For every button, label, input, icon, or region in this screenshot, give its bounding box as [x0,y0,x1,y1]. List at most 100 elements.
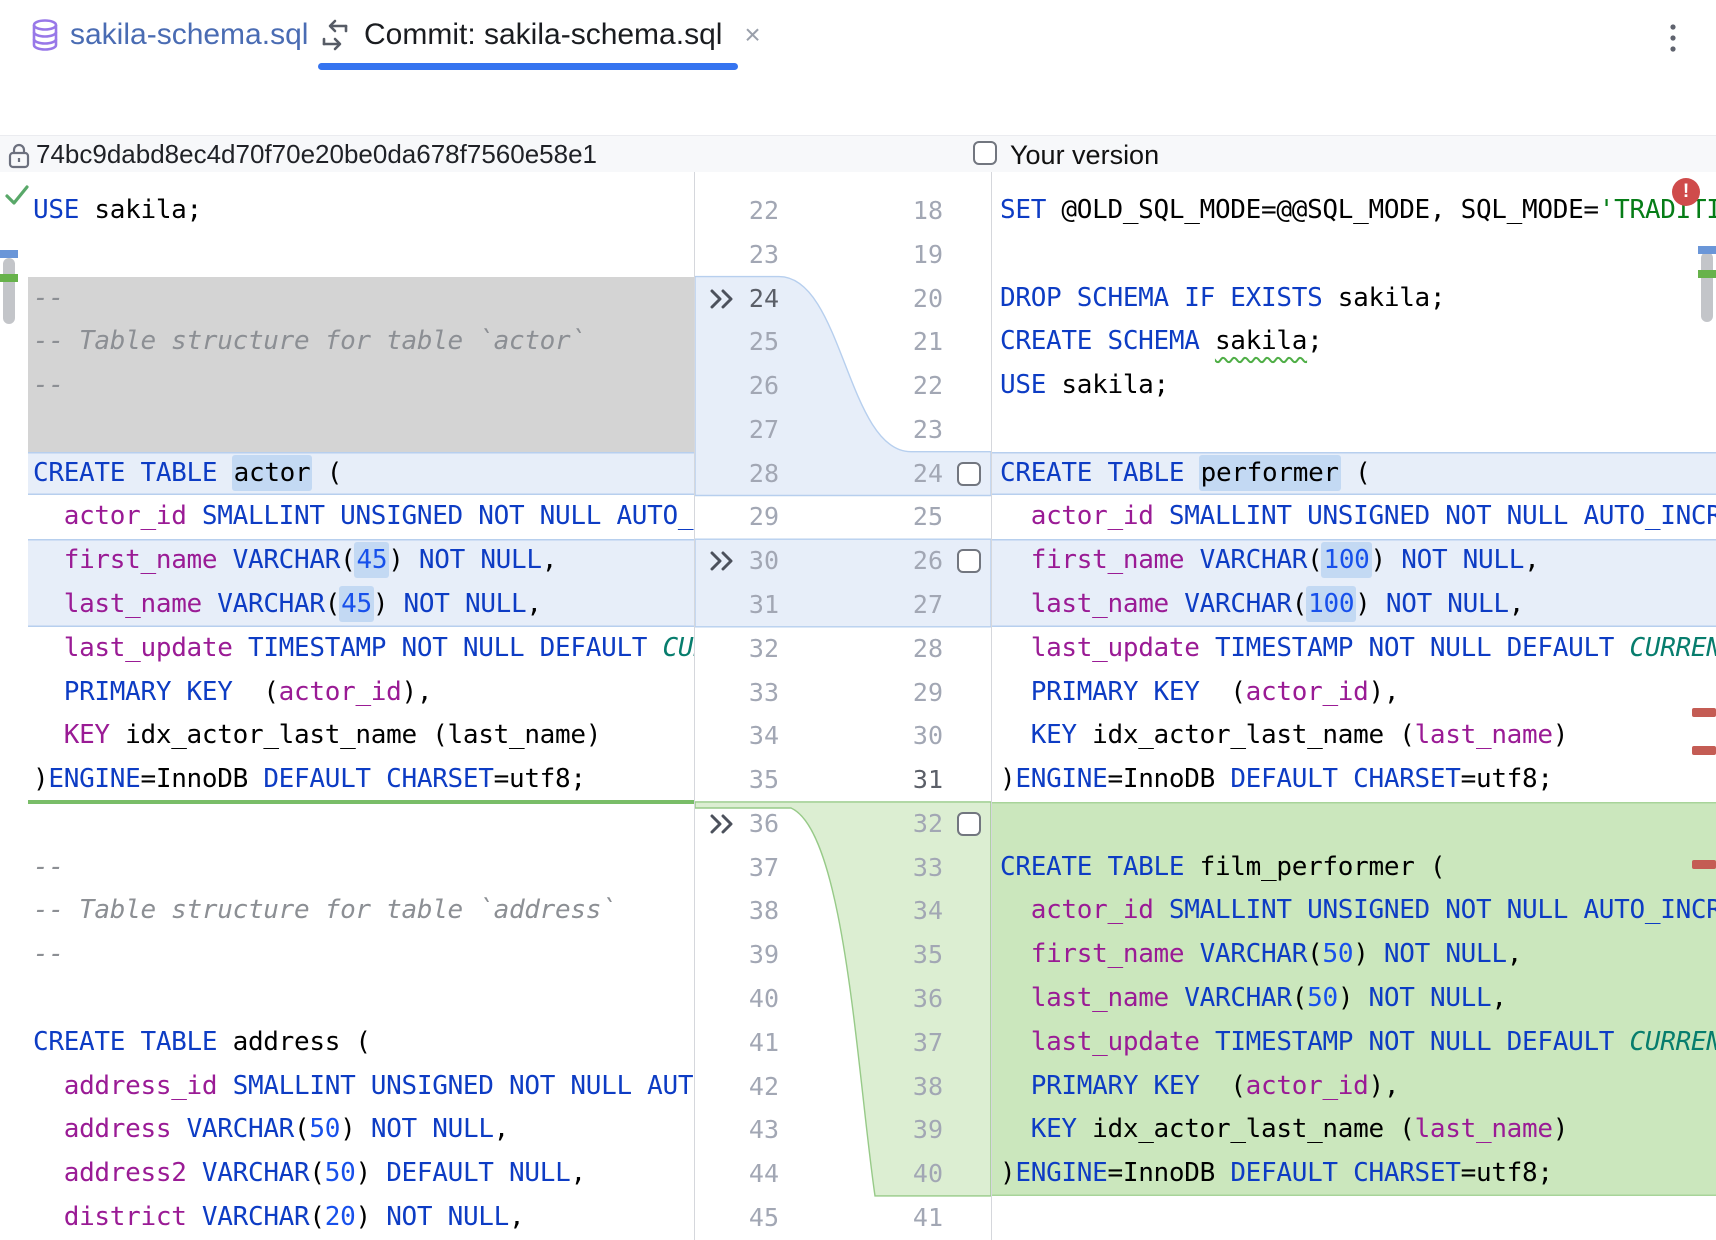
code-line-right[interactable]: last_update TIMESTAMP NOT NULL DEFAULT C… [992,1021,1716,1065]
code-line-left[interactable]: USE sakila; [0,189,694,233]
code-text: KEY idx_actor_last_name (last_name) [33,714,601,758]
code-line-right[interactable]: )ENGINE=InnoDB DEFAULT CHARSET=utf8; [992,1152,1716,1196]
code-line-right[interactable]: CREATE TABLE performer ( [992,452,1716,496]
line-number-left: 39 [695,933,779,977]
gutter-row: 3026 [695,539,991,583]
code-line-right[interactable]: PRIMARY KEY (actor_id), [992,671,1716,715]
diff-highlight [28,277,694,321]
code-line-right[interactable]: first_name VARCHAR(50) NOT NULL, [992,933,1716,977]
code-line-right[interactable]: last_name VARCHAR(50) NOT NULL, [992,977,1716,1021]
close-icon[interactable]: × [744,19,760,51]
line-number-right: 22 [791,364,943,408]
gutter-row: 3228 [695,627,991,671]
code-text: last_update TIMESTAMP NOT NULL DEFAULT C… [33,627,694,671]
code-line-right[interactable]: last_name VARCHAR(100) NOT NULL, [992,583,1716,627]
gutter-row: 4238 [695,1065,991,1109]
scrollmap-insert-mark[interactable] [0,274,18,282]
line-number-right: 28 [791,627,943,671]
diff-icon [318,18,352,52]
diff-gutter: 2218231924202521262227232824292530263127… [694,172,992,1240]
code-line-right[interactable]: CREATE TABLE film_performer ( [992,846,1716,890]
code-line-right[interactable]: CREATE SCHEMA sakila; [992,320,1716,364]
line-number-left: 44 [695,1152,779,1196]
code-line-left[interactable]: address2 VARCHAR(50) DEFAULT NULL, [0,1152,694,1196]
right-scrollbar-thumb[interactable] [1701,252,1713,322]
line-number-left: 23 [695,233,779,277]
code-line-right[interactable]: DROP SCHEMA IF EXISTS sakila; [992,277,1716,321]
code-line-left[interactable]: )ENGINE=InnoDB DEFAULT CHARSET=utf8; [0,758,694,802]
code-line-left[interactable]: actor_id SMALLINT UNSIGNED NOT NULL AUTO… [0,495,694,539]
code-text: address2 VARCHAR(50) DEFAULT NULL, [33,1152,586,1196]
code-line-left[interactable]: KEY idx_actor_last_name (last_name) [0,714,694,758]
code-line-left[interactable]: -- [0,846,694,890]
code-line-left[interactable]: PRIMARY KEY (actor_id), [0,671,694,715]
code-line-right[interactable] [992,802,1716,846]
scrollmap-insert-mark[interactable] [1698,270,1716,278]
right-editor[interactable]: SET @OLD_SQL_MODE=@@SQL_MODE, SQL_MODE='… [992,172,1716,1240]
code-line-right[interactable]: SET @OLD_SQL_MODE=@@SQL_MODE, SQL_MODE='… [992,189,1716,233]
code-line-left[interactable] [0,233,694,277]
scrollmap-error-mark[interactable] [1692,708,1716,717]
scrollmap-change-mark[interactable] [0,250,18,258]
code-line-right[interactable]: KEY idx_actor_last_name (last_name) [992,1108,1716,1152]
code-line-left[interactable]: address VARCHAR(50) NOT NULL, [0,1108,694,1152]
scrollmap-change-mark[interactable] [1698,246,1716,254]
code-line-right[interactable] [992,1196,1716,1240]
code-line-right[interactable]: actor_id SMALLINT UNSIGNED NOT NULL AUTO… [992,889,1716,933]
code-line-left[interactable]: -- Table structure for table `address` [0,889,694,933]
code-line-left[interactable]: last_update TIMESTAMP NOT NULL DEFAULT C… [0,627,694,671]
code-text: DROP SCHEMA IF EXISTS sakila; [1000,277,1445,321]
tab-commit-sakila-schema[interactable]: Commit: sakila-schema.sql × [318,0,761,70]
code-line-left[interactable] [0,408,694,452]
line-number-left: 29 [695,495,779,539]
code-text: first_name VARCHAR(45) NOT NULL, [33,539,557,583]
code-text: USE sakila; [1000,364,1169,408]
gutter-row: 3632 [695,802,991,846]
code-line-right[interactable]: )ENGINE=InnoDB DEFAULT CHARSET=utf8; [992,758,1716,802]
include-change-checkbox[interactable] [957,462,981,486]
code-text: -- [33,933,64,977]
code-line-right[interactable]: last_update TIMESTAMP NOT NULL DEFAULT C… [992,627,1716,671]
code-text: last_update TIMESTAMP NOT NULL DEFAULT C… [1000,1021,1716,1065]
scrollmap-error-mark[interactable] [1692,746,1716,755]
code-line-left[interactable]: -- [0,277,694,321]
code-line-left[interactable] [0,977,694,1021]
code-line-left[interactable]: -- [0,364,694,408]
left-editor[interactable]: USE sakila;---- Table structure for tabl… [0,172,694,1240]
code-text: actor_id SMALLINT UNSIGNED NOT NULL AUTO… [1000,889,1716,933]
code-text: -- Table structure for table `address` [33,889,616,933]
code-line-left[interactable]: district VARCHAR(20) NOT NULL, [0,1196,694,1240]
line-number-right: 23 [791,408,943,452]
line-number-left: 43 [695,1108,779,1152]
include-change-checkbox[interactable] [957,812,981,836]
code-line-right[interactable]: actor_id SMALLINT UNSIGNED NOT NULL AUTO… [992,495,1716,539]
code-line-right[interactable] [992,233,1716,277]
left-scrollbar-thumb[interactable] [3,258,15,324]
code-line-left[interactable]: address_id SMALLINT UNSIGNED NOT NULL AU… [0,1065,694,1109]
code-line-right[interactable]: PRIMARY KEY (actor_id), [992,1065,1716,1109]
code-text: )ENGINE=InnoDB DEFAULT CHARSET=utf8; [1000,1152,1553,1196]
line-number-right: 31 [791,758,943,802]
error-badge-icon[interactable]: ! [1672,178,1700,206]
code-line-left[interactable]: CREATE TABLE address ( [0,1021,694,1065]
code-line-left[interactable]: last_name VARCHAR(45) NOT NULL, [0,583,694,627]
code-line-right[interactable] [992,408,1716,452]
gutter-row: 2824 [695,452,991,496]
tab-sakila-schema[interactable]: sakila-schema.sql [30,0,308,70]
scrollmap-error-mark[interactable] [1692,860,1716,869]
code-line-left[interactable]: CREATE TABLE actor ( [0,452,694,496]
code-line-left[interactable]: -- [0,933,694,977]
code-line-left[interactable]: -- Table structure for table `actor` [0,320,694,364]
code-line-right[interactable]: USE sakila; [992,364,1716,408]
kebab-menu-icon[interactable] [1668,22,1678,56]
code-text: PRIMARY KEY (actor_id), [1000,671,1399,715]
include-all-checkbox[interactable] [973,141,997,165]
include-change-checkbox[interactable] [957,549,981,573]
check-icon [4,182,30,208]
code-line-left[interactable] [0,802,694,846]
code-line-right[interactable]: first_name VARCHAR(100) NOT NULL, [992,539,1716,583]
diff-titles-row: 74bc9dabd8ec4d70f70e20be0da678f7560e58e1… [0,135,1716,173]
code-text: CREATE SCHEMA sakila; [1000,320,1322,364]
code-line-left[interactable]: first_name VARCHAR(45) NOT NULL, [0,539,694,583]
code-line-right[interactable]: KEY idx_actor_last_name (last_name) [992,714,1716,758]
